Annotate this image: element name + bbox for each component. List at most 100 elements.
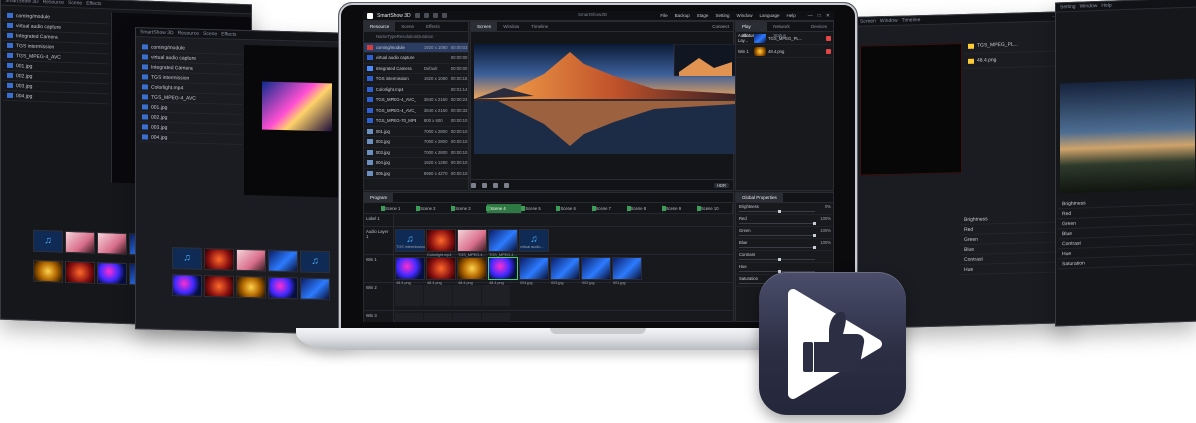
slider-track[interactable] [739,247,815,248]
slider-track[interactable] [739,259,815,260]
previous-icon[interactable] [471,182,476,188]
tab-screen[interactable]: Screen [471,22,498,31]
tab-window[interactable]: Window [497,22,525,31]
resource-item[interactable]: TGS_MPEG-70_MPE... 800 x 600 00:00:10 [364,116,468,127]
property-slider[interactable]: Contrast [736,251,833,263]
clip-cell[interactable]: 004.jpg [519,257,549,285]
save-icon[interactable] [432,13,438,18]
empty-cell[interactable] [453,313,481,322]
empty-cell[interactable] [482,285,510,306]
scene-tab[interactable]: Scene 3 [451,203,488,213]
clip-cell[interactable]: TGS_MPEG-4... [488,229,518,257]
property-slider[interactable]: Green 100% [736,227,833,239]
resource-item[interactable]: Integrated Camera Default 00:00:00 [364,64,468,74]
resource-item[interactable]: virtual audio capture 00:00:00 [364,53,468,64]
next-icon[interactable] [504,182,509,188]
column-type[interactable]: Type [387,34,396,39]
tab-devices[interactable]: Devices [805,22,833,31]
scene-tab[interactable]: Scene 10 [696,203,733,213]
scene-tab[interactable]: Scene 9 [661,203,698,213]
scene-tab[interactable]: Scene 7 [591,203,628,213]
play-status-row[interactable]: Win 1 48.4.png [736,45,833,58]
minimize-button[interactable]: — [808,13,813,19]
layer-name[interactable]: Label 1 [364,214,394,226]
tab-play-status[interactable]: Play Status [736,22,768,38]
menu-help[interactable]: Help [787,13,796,18]
slider-knob[interactable] [778,258,781,261]
resource-item[interactable]: 001.jpg 7000 x 2800 00:00:10 [364,127,468,137]
slider-knob[interactable] [813,246,817,249]
resource-item[interactable]: Colorlight.mp4 00:01:14 [364,85,468,95]
connect-link[interactable]: Connect [712,24,733,29]
close-button[interactable]: ✕ [826,13,830,19]
property-slider[interactable]: Blue 100% [736,239,833,251]
scene-tab[interactable]: Scene 5 [521,203,558,213]
menu-window[interactable]: Window [736,13,752,18]
resource-item[interactable]: 005.jpg 8960 x 4270 00:00:10 [364,169,468,179]
undo-icon[interactable] [441,13,447,18]
clip-cell[interactable]: 48.4.png [457,257,487,285]
maximize-button[interactable]: □ [818,13,821,19]
clip-cell[interactable]: 48.4.png [395,257,425,285]
clip-cell[interactable]: Colorlight.mp4 [426,229,456,257]
tab-effects[interactable]: Effects [420,22,446,31]
menu-setting[interactable]: Setting [715,13,729,18]
resource-item[interactable]: TGS_MPEG-4_AVC_3a... 3840 x 216000:00:33 [364,106,468,116]
menu-backup[interactable]: Backup [675,13,690,18]
slider-track[interactable] [739,223,815,224]
stop-indicator-icon[interactable] [826,35,831,41]
new-icon[interactable] [414,13,420,18]
column-resolution[interactable]: Resolution [397,34,417,39]
slider-knob[interactable] [813,222,817,225]
scene-tab[interactable]: Scene 2 [416,203,453,213]
clip-cell[interactable]: TGS_MPEG-4... [457,229,487,257]
clip-cell[interactable]: ♫ TGS intermission [395,229,425,252]
resource-item[interactable]: 004.jpg 1920 x 1280 00:00:10 [364,158,468,169]
tab-network-status[interactable]: Network Status [767,22,805,38]
resource-item[interactable]: 003.jpg 7000 x 2800 00:00:10 [364,148,468,158]
empty-cell[interactable] [395,285,423,306]
empty-cell[interactable] [453,285,481,306]
clip-cell[interactable]: 001.jpg [612,257,642,285]
clip-cell[interactable]: ♫ virtual audio... [519,229,549,252]
open-icon[interactable] [423,13,429,18]
resource-item[interactable]: 002.jpg 7000 x 2800 00:00:10 [364,137,468,148]
empty-cell[interactable] [482,313,510,322]
tab-timeline[interactable]: Timeline [525,22,554,31]
column-duration[interactable]: Duration [417,34,433,39]
slider-knob[interactable] [778,210,781,213]
menu-language[interactable]: Language [759,13,779,18]
slider-track[interactable] [739,235,815,236]
scene-tab[interactable]: Scene 1 [380,203,418,213]
layer-name[interactable]: Win 1 [364,255,394,282]
layer-name[interactable]: Win 2 [364,283,394,310]
property-slider[interactable]: Brightness 0% [736,203,833,215]
clip-cell[interactable]: 48.4.png [488,257,518,285]
stop-indicator-icon[interactable] [826,48,831,54]
layer-name[interactable]: Audio Layer 1 [364,227,394,254]
play-icon[interactable] [482,182,487,188]
empty-cell[interactable] [395,313,423,322]
scene-tab[interactable]: Scene 6 [556,203,593,213]
resource-item[interactable]: TGS_MPEG-4_AVC_3a... 3840 x 216000:00:23 [364,95,468,106]
empty-cell[interactable] [424,313,452,322]
hdr-toggle[interactable]: HDR [713,182,729,188]
stop-icon[interactable] [493,182,498,188]
clip-cell[interactable]: 002.jpg [581,257,611,285]
scene-tab[interactable]: Scene 4 [486,203,523,213]
layer-name[interactable]: Win 3 [364,311,394,322]
empty-cell[interactable] [424,285,452,306]
clip-cell[interactable]: 48.4.png [426,257,456,285]
column-name[interactable]: Name [364,34,387,39]
tab-scene[interactable]: Scene [395,22,420,31]
slider-track[interactable] [739,211,815,212]
property-slider[interactable]: Red 100% [736,215,833,227]
slider-knob[interactable] [813,234,817,237]
resource-item[interactable]: TGS intermission 1920 x 1080 00:00:15 [364,74,468,85]
scene-tab[interactable]: Scene 8 [626,203,663,213]
menu-file[interactable]: File [660,13,667,18]
resource-item[interactable]: coming/module 1920 x 1080 00:00:03 [364,42,468,53]
menu-stage[interactable]: Stage [697,13,709,18]
clip-cell[interactable]: 003.jpg [550,257,580,285]
tab-resource[interactable]: Resource [364,22,396,31]
